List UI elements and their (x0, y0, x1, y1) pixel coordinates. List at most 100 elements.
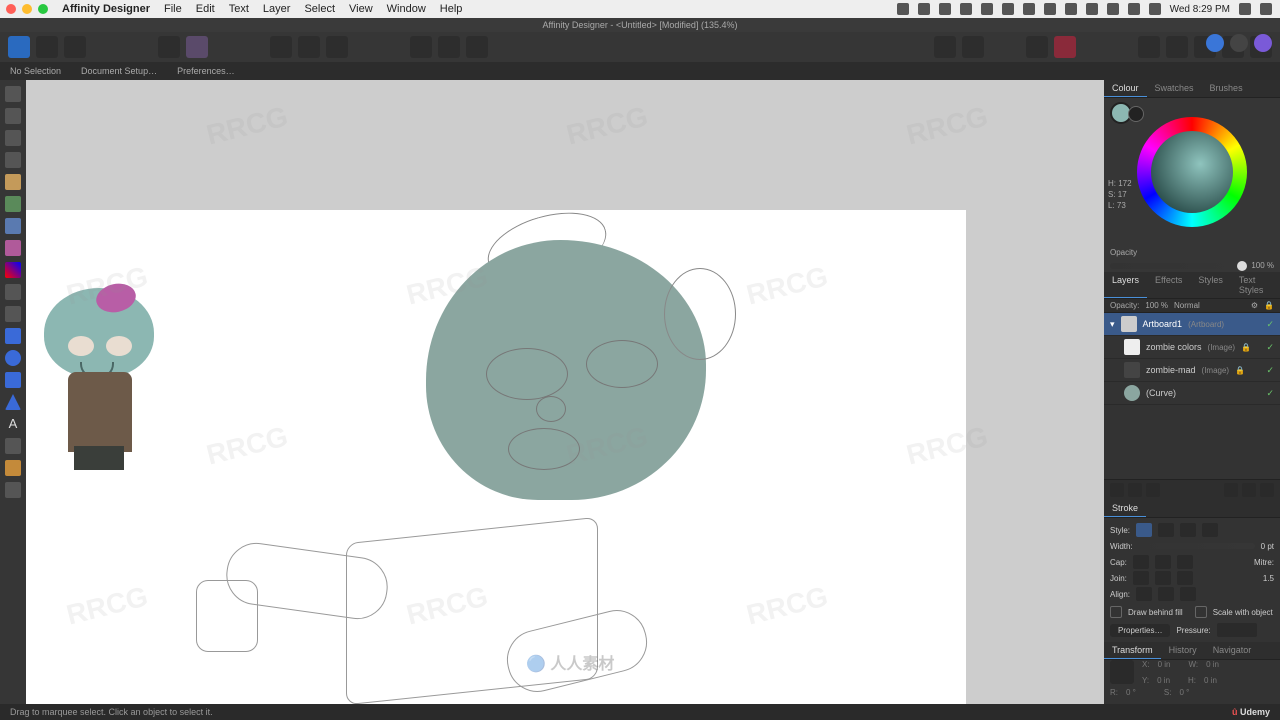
preferences-button[interactable]: Preferences… (177, 66, 235, 76)
status-icon[interactable] (1002, 3, 1014, 15)
menu-view[interactable]: View (349, 3, 373, 15)
stroke-texture-button[interactable] (1202, 523, 1218, 537)
toolbar-button[interactable] (466, 36, 488, 58)
toolbar-button[interactable] (158, 36, 180, 58)
tab-stroke[interactable]: Stroke (1104, 500, 1146, 517)
stroke-dash-button[interactable] (1180, 523, 1196, 537)
tab-effects[interactable]: Effects (1147, 272, 1190, 298)
opacity-slider[interactable] (1110, 263, 1247, 269)
status-icon[interactable] (897, 3, 909, 15)
status-icon[interactable] (1086, 3, 1098, 15)
tab-styles[interactable]: Styles (1190, 272, 1231, 298)
toolbar-button[interactable] (438, 36, 460, 58)
layer-row[interactable]: zombie colors (Image) 🔒 ✓ (1104, 336, 1280, 359)
menu-help[interactable]: Help (440, 3, 463, 15)
anchor-grid-icon[interactable] (1110, 660, 1134, 684)
adjustment-icon[interactable] (1128, 483, 1142, 497)
lock-icon[interactable]: 🔒 (1241, 343, 1251, 352)
add-layer-icon[interactable] (1224, 483, 1238, 497)
tab-colour[interactable]: Colour (1104, 80, 1147, 97)
place-tool-icon[interactable] (5, 284, 21, 300)
toolbar-button[interactable] (270, 36, 292, 58)
stroke-none-button[interactable] (1136, 523, 1152, 537)
visible-check-icon[interactable]: ✓ (1266, 388, 1274, 399)
toolbar-button[interactable] (1138, 36, 1160, 58)
pen-tool-icon[interactable] (5, 174, 21, 190)
search-icon[interactable] (1239, 3, 1251, 15)
hand-tool-icon[interactable] (5, 460, 21, 476)
pixel-persona-icon[interactable] (1230, 34, 1248, 52)
toolbar-button[interactable] (298, 36, 320, 58)
cap-button[interactable] (1133, 555, 1149, 569)
status-icon[interactable] (1023, 3, 1035, 15)
layer-artboard[interactable]: ▾ Artboard1 (Artboard) ✓ (1104, 313, 1280, 336)
toolbar-button[interactable] (1166, 36, 1188, 58)
cap-button[interactable] (1177, 555, 1193, 569)
mask-icon[interactable] (1110, 483, 1124, 497)
status-icon[interactable] (1065, 3, 1077, 15)
stroke-swatch-icon[interactable] (1128, 106, 1144, 122)
brush-tool-icon[interactable] (5, 218, 21, 234)
fx-icon[interactable] (1146, 483, 1160, 497)
properties-button[interactable]: Properties… (1110, 624, 1170, 637)
toolbar-button[interactable] (64, 36, 86, 58)
scale-checkbox[interactable] (1195, 606, 1207, 618)
color-wheel[interactable]: H: 172 S: 17 L: 73 (1104, 98, 1280, 246)
menu-file[interactable]: File (164, 3, 182, 15)
layer-row[interactable]: zombie-mad (Image) 🔒 ✓ (1104, 359, 1280, 382)
text-tool-icon[interactable]: A (5, 416, 21, 432)
status-icon[interactable] (1107, 3, 1119, 15)
tab-textstyles[interactable]: Text Styles (1231, 272, 1280, 298)
menu-select[interactable]: Select (304, 3, 335, 15)
join-button[interactable] (1133, 571, 1149, 585)
cap-button[interactable] (1155, 555, 1171, 569)
menu-layer[interactable]: Layer (263, 3, 291, 15)
toolbar-button[interactable] (36, 36, 58, 58)
crop-tool-icon[interactable] (5, 306, 21, 322)
draw-behind-checkbox[interactable] (1110, 606, 1122, 618)
minimize-icon[interactable] (22, 4, 32, 14)
toolbar-button[interactable] (934, 36, 956, 58)
status-icon[interactable] (1128, 3, 1140, 15)
visible-check-icon[interactable]: ✓ (1266, 319, 1274, 330)
menu-text[interactable]: Text (229, 3, 249, 15)
app-name[interactable]: Affinity Designer (62, 3, 150, 15)
tab-brushes[interactable]: Brushes (1202, 80, 1251, 97)
status-icon[interactable] (960, 3, 972, 15)
document-setup-button[interactable]: Document Setup… (81, 66, 157, 76)
fullscreen-icon[interactable] (38, 4, 48, 14)
menu-edit[interactable]: Edit (196, 3, 215, 15)
layer-opacity-value[interactable]: 100 % (1145, 301, 1168, 310)
corner-tool-icon[interactable] (5, 152, 21, 168)
menu-icon[interactable] (1260, 3, 1272, 15)
align-button[interactable] (1136, 587, 1152, 601)
status-icon[interactable] (918, 3, 930, 15)
ellipse-tool-icon[interactable] (5, 350, 21, 366)
export-persona-icon[interactable] (1254, 34, 1272, 52)
toolbar-button[interactable] (410, 36, 432, 58)
tab-layers[interactable]: Layers (1104, 272, 1147, 298)
add-pixel-layer-icon[interactable] (1242, 483, 1256, 497)
align-button[interactable] (1158, 587, 1174, 601)
width-slider[interactable] (1139, 543, 1255, 549)
fill-tool-icon[interactable] (5, 240, 21, 256)
node-tool-icon[interactable] (5, 130, 21, 146)
toolbar-button[interactable] (962, 36, 984, 58)
visible-check-icon[interactable]: ✓ (1266, 342, 1274, 353)
artboard-tool-icon[interactable] (5, 108, 21, 124)
stroke-solid-button[interactable] (1158, 523, 1174, 537)
rounded-rect-tool-icon[interactable] (5, 372, 21, 388)
blend-mode[interactable]: Normal (1174, 301, 1245, 310)
color-picker-tool-icon[interactable] (5, 438, 21, 454)
move-tool-icon[interactable] (5, 86, 21, 102)
join-button[interactable] (1177, 571, 1193, 585)
pressure-curve-button[interactable] (1217, 623, 1257, 637)
chevron-down-icon[interactable]: ▾ (1110, 319, 1115, 330)
triangle-tool-icon[interactable] (5, 394, 21, 410)
status-icon[interactable] (981, 3, 993, 15)
toolbar-button[interactable] (1026, 36, 1048, 58)
pencil-tool-icon[interactable] (5, 196, 21, 212)
close-icon[interactable] (6, 4, 16, 14)
join-button[interactable] (1155, 571, 1171, 585)
lock-icon[interactable]: 🔒 (1264, 301, 1274, 310)
